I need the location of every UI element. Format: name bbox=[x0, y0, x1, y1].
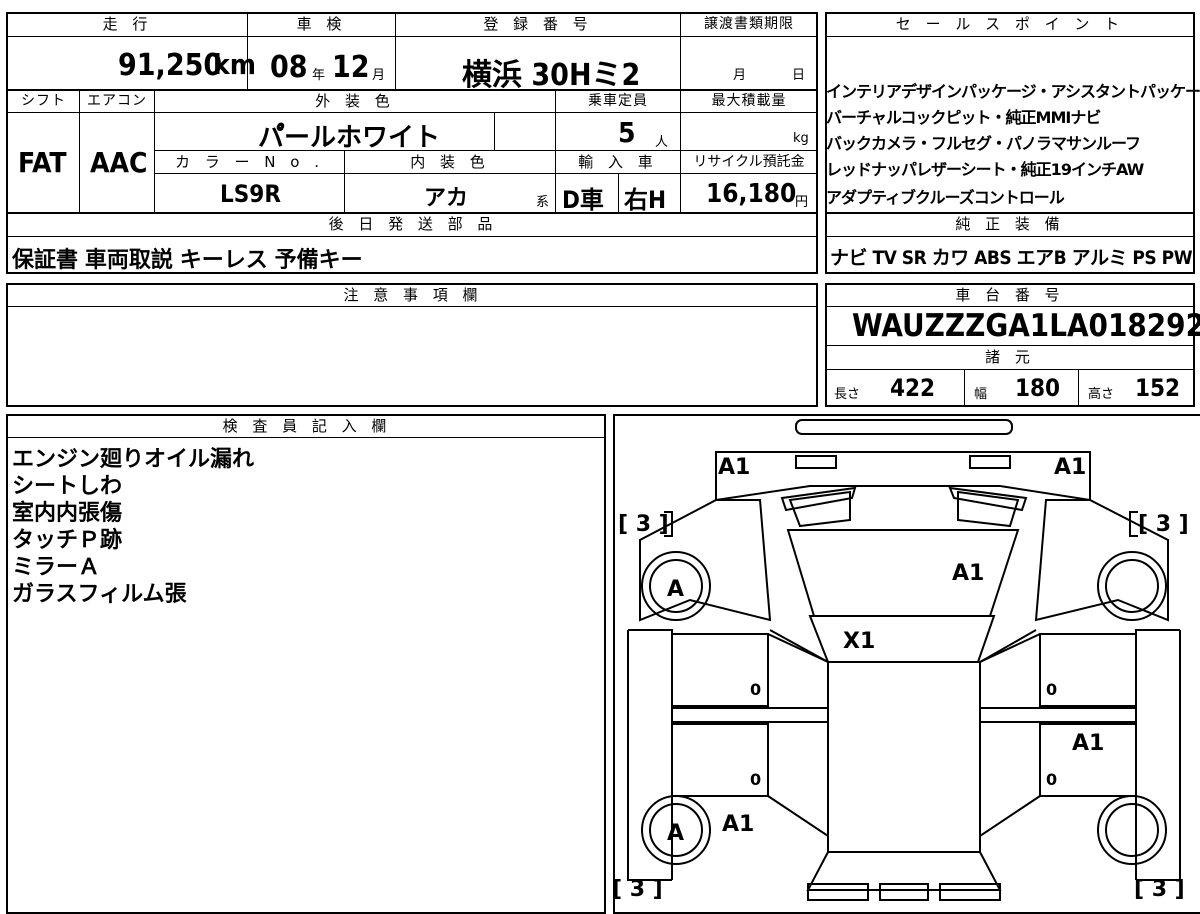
mark-front-right: A1 bbox=[1054, 455, 1086, 480]
standard-equipment-label: 純 正 装 備 bbox=[955, 215, 1065, 233]
standard-equipment-value: ナビ TV SR カワ ABS エアB アルミ PS PW bbox=[830, 247, 1193, 269]
inspector-remark: ガラスフィルム張 bbox=[12, 582, 187, 607]
recycle-fee-value: 16,180 bbox=[706, 179, 797, 209]
later-parts-label: 後 日 発 送 部 品 bbox=[328, 215, 498, 233]
sales-point-label: セ ー ル ス ポ イ ン ト bbox=[895, 15, 1125, 33]
width-value: 180 bbox=[1015, 374, 1061, 402]
mark-rear-fender-right: [ 3 ] bbox=[1134, 877, 1185, 902]
transfer-deadline-label: 譲渡書類期限 bbox=[704, 16, 794, 32]
inspection-year-unit: 年 bbox=[312, 68, 326, 83]
car-outline-diagram: A1 A1 [ 3 ] [ 3 ] A A1 X1 A1 A A1 [ 3 ] … bbox=[613, 419, 1189, 902]
length-value: 422 bbox=[890, 374, 936, 402]
mark-door-rl: 0 bbox=[750, 770, 761, 789]
deadline-day-unit: 日 bbox=[792, 68, 806, 83]
length-label: 長さ bbox=[834, 387, 861, 402]
mark-rear-left-wheel-a1: A1 bbox=[722, 812, 754, 837]
interior-color-suffix: 系 bbox=[536, 195, 550, 210]
height-label: 高さ bbox=[1088, 387, 1115, 402]
interior-color-label: 内 装 色 bbox=[410, 153, 490, 171]
inspection-label: 車 検 bbox=[296, 15, 347, 33]
mark-rear-right-door: A1 bbox=[1072, 731, 1104, 756]
damage-diagram: A1 A1 [ 3 ] [ 3 ] A A1 X1 A1 A A1 [ 3 ] … bbox=[613, 414, 1200, 914]
mark-door-fl: 0 bbox=[750, 680, 761, 699]
specs-label: 諸 元 bbox=[985, 348, 1035, 366]
capacity-label: 乗車定員 bbox=[588, 93, 648, 109]
inspector-label: 検 査 員 記 入 欄 bbox=[222, 417, 392, 435]
deadline-month-unit: 月 bbox=[733, 68, 747, 83]
registration-number: 横浜 30Hミ2 bbox=[462, 58, 641, 93]
max-load-unit: kg bbox=[793, 131, 809, 146]
mileage-label: 走 行 bbox=[102, 15, 153, 33]
mark-hood: A1 bbox=[952, 561, 984, 586]
shift-label: シフト bbox=[21, 93, 66, 109]
mark-wheel-rear-left: A bbox=[667, 821, 684, 846]
max-load-label: 最大積載量 bbox=[711, 93, 787, 109]
recycle-fee-label: リサイクル預託金 bbox=[693, 154, 805, 170]
import-label: 輸 入 車 bbox=[578, 153, 658, 171]
vin-value: WAUZZZGA1LA018292 bbox=[852, 308, 1200, 344]
vin-label: 車 台 番 号 bbox=[955, 286, 1065, 304]
interior-color-value: アカ bbox=[424, 186, 469, 211]
mark-front-left: A1 bbox=[718, 455, 750, 480]
color-no-label: カ ラ ー N o . bbox=[174, 153, 324, 171]
aircon-value: AAC bbox=[90, 146, 148, 179]
inspection-month: 12 bbox=[332, 50, 370, 85]
notes-label: 注 意 事 項 欄 bbox=[343, 286, 483, 304]
inspection-year: 08 bbox=[270, 50, 308, 85]
sales-point-line: バックカメラ・フルセグ・パノラマサンルーフ bbox=[826, 134, 1141, 153]
sales-point-line: アダプティブクルーズコントロール bbox=[826, 188, 1065, 207]
mark-fender-left: [ 3 ] bbox=[618, 512, 669, 537]
capacity-unit: 人 bbox=[655, 135, 669, 150]
mark-rear-fender-left: [ 3 ] bbox=[613, 877, 663, 902]
sales-point-line: インテリアデザインパッケージ・アシスタントパッケージ bbox=[826, 82, 1200, 101]
inspection-month-unit: 月 bbox=[372, 68, 386, 83]
mark-windshield: X1 bbox=[843, 629, 875, 654]
later-parts-value: 保証書 車両取説 キーレス 予備キー bbox=[12, 248, 363, 273]
width-label: 幅 bbox=[974, 387, 988, 402]
aircon-label: エアコン bbox=[87, 93, 147, 109]
registration-label: 登 録 番 号 bbox=[483, 15, 593, 33]
mark-door-fr: 0 bbox=[1046, 680, 1057, 699]
sales-point-line: バーチャルコックピット・純正MMIナビ bbox=[826, 108, 1101, 127]
capacity-value: 5 bbox=[618, 116, 636, 149]
steering-side: 右H bbox=[624, 186, 667, 214]
exterior-color-value: パ゚ールホワイト bbox=[258, 123, 441, 153]
color-no-value: LS9R bbox=[220, 180, 281, 208]
mark-wheel-front-left: A bbox=[667, 577, 684, 602]
import-type: D車 bbox=[562, 186, 604, 214]
height-value: 152 bbox=[1135, 374, 1181, 402]
shift-value: FAT bbox=[18, 146, 67, 179]
sales-point-line: レッドナッパレザーシート・純正19インチAW bbox=[826, 160, 1144, 179]
mileage-value: 91,250 bbox=[118, 48, 223, 83]
recycle-fee-unit: 円 bbox=[795, 195, 809, 210]
mileage-unit: km bbox=[213, 48, 256, 81]
mark-door-rr: 0 bbox=[1046, 770, 1057, 789]
mark-fender-right: [ 3 ] bbox=[1138, 512, 1189, 537]
exterior-color-label: 外 装 色 bbox=[315, 92, 395, 110]
